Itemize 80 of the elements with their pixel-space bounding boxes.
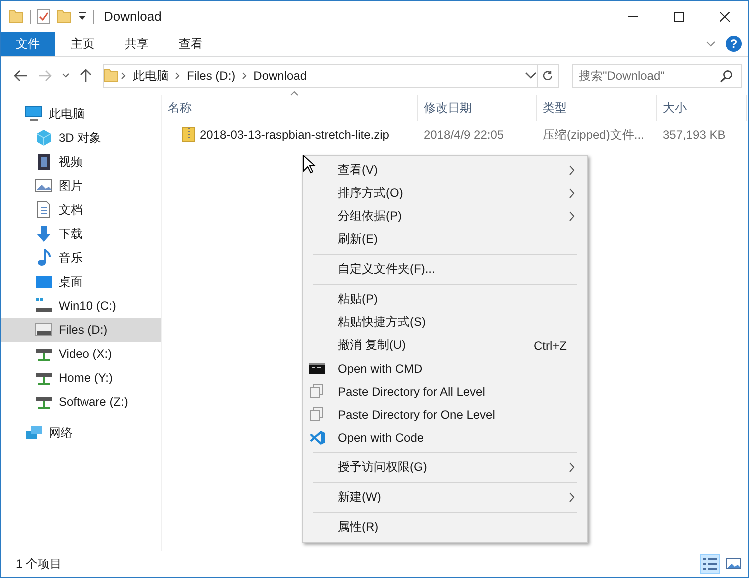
sidebar-item[interactable]: 桌面 (1, 270, 161, 294)
sidebar-item[interactable]: 此电脑 (1, 102, 161, 126)
close-icon[interactable] (720, 12, 730, 22)
menu-item[interactable]: 粘贴(P) (303, 288, 587, 311)
address-bar[interactable]: 此电脑 Files (D:) Download (103, 64, 559, 88)
search-icon (720, 70, 733, 82)
table-cell-text: 压缩(zipped)文件... (542, 126, 646, 144)
copy-icon (309, 384, 325, 400)
file-name[interactable]: 2018-03-13-raspbian-stretch-lite.zip (200, 128, 390, 142)
sidebar-item[interactable]: Software (Z:) (1, 390, 161, 414)
mouse-pointer-icon (303, 155, 316, 174)
menu-item[interactable]: 撤消 复制(U) Ctrl+Z (303, 334, 587, 357)
table-cell-text: 357,193 KB (662, 128, 727, 142)
picture-icon (35, 177, 53, 195)
help-button[interactable]: ? (726, 36, 742, 52)
menu-item[interactable]: 排序方式(O) (303, 182, 587, 205)
network-icon (25, 424, 43, 442)
maximize-icon[interactable] (674, 12, 684, 22)
terminal-icon (309, 360, 325, 376)
document-icon (35, 201, 53, 219)
menu-item[interactable]: Paste Directory for All Level (303, 380, 587, 403)
table-cell-text: 2018/4/9 22:05 (423, 128, 506, 142)
film-icon (35, 153, 53, 171)
breadcrumb[interactable]: Files (D:) (183, 69, 240, 83)
menu-item[interactable]: 新建(W) (303, 486, 587, 509)
column-header[interactable]: 修改日期 (418, 95, 537, 121)
column-header[interactable]: 类型 (537, 95, 657, 121)
sidebar-item[interactable]: Home (Y:) (1, 366, 161, 390)
menu-item[interactable]: 粘贴快捷方式(S) (303, 311, 587, 334)
details-view-button[interactable] (700, 554, 720, 574)
sidebar-item[interactable]: 文档 (1, 198, 161, 222)
checklist-icon[interactable] (37, 8, 51, 24)
menu-item[interactable]: Open with Code (303, 426, 587, 449)
chevron-icon (242, 72, 248, 80)
ribbon-tab[interactable]: 主页 (57, 32, 109, 56)
sidebar-item[interactable]: 视频 (1, 150, 161, 174)
zip-folder-icon (182, 127, 196, 143)
sidebar-item[interactable]: 图片 (1, 174, 161, 198)
chevron-icon (175, 72, 181, 80)
sidebar-item[interactable]: 音乐 (1, 246, 161, 270)
ribbon-tab[interactable]: 查看 (165, 32, 217, 56)
dropdown-icon[interactable] (78, 12, 87, 21)
column-header[interactable]: 名称 (162, 95, 418, 121)
code-editor-icon (309, 430, 325, 446)
music-note-icon (35, 249, 53, 267)
desktop-icon (35, 273, 53, 291)
menu-item[interactable]: 分组依据(P) (303, 205, 587, 228)
folder-icon (104, 68, 119, 84)
sidebar-item[interactable]: 下载 (1, 222, 161, 246)
column-header[interactable]: 大小 (657, 95, 747, 121)
menu-item[interactable]: 授予访问权限(G) (303, 456, 587, 479)
chevron-icon (121, 72, 127, 80)
sidebar-item[interactable]: 网络 (1, 421, 161, 445)
menu-item[interactable]: Paste Directory for One Level (303, 403, 587, 426)
sort-caret-icon (290, 91, 299, 96)
refresh-icon[interactable] (542, 70, 554, 82)
sidebar-item[interactable]: 3D 对象 (1, 126, 161, 150)
menu-item[interactable]: 属性(R) (303, 516, 587, 539)
drive-icon (35, 321, 53, 339)
down-arrow-icon (35, 225, 53, 243)
window-title: Download (104, 9, 163, 24)
menu-item[interactable]: Open with CMD (303, 357, 587, 380)
sidebar-item[interactable]: Files (D:) (1, 318, 161, 342)
ribbon-tab[interactable]: 文件 (1, 32, 55, 56)
status-text: 1 个项目 (16, 556, 64, 572)
sidebar-item[interactable]: Win10 (C:) (1, 294, 161, 318)
dropdown-icon[interactable] (525, 72, 537, 80)
drive-icon (35, 297, 53, 315)
ribbon-tab[interactable]: 共享 (111, 32, 163, 56)
copy-icon (309, 406, 325, 422)
minimize-icon[interactable] (628, 16, 638, 18)
sidebar-item[interactable]: Video (X:) (1, 342, 161, 366)
breadcrumb[interactable]: Download (250, 69, 312, 83)
menu-item[interactable]: 自定义文件夹(F)... (303, 258, 587, 281)
monitor-icon (25, 105, 43, 123)
breadcrumb[interactable]: 此电脑 (129, 68, 173, 84)
search-box[interactable]: 搜索"Download" (572, 64, 742, 88)
cube-icon (35, 129, 53, 147)
menu-item[interactable]: 刷新(E) (303, 228, 587, 251)
expand-ribbon-icon[interactable] (706, 41, 716, 47)
